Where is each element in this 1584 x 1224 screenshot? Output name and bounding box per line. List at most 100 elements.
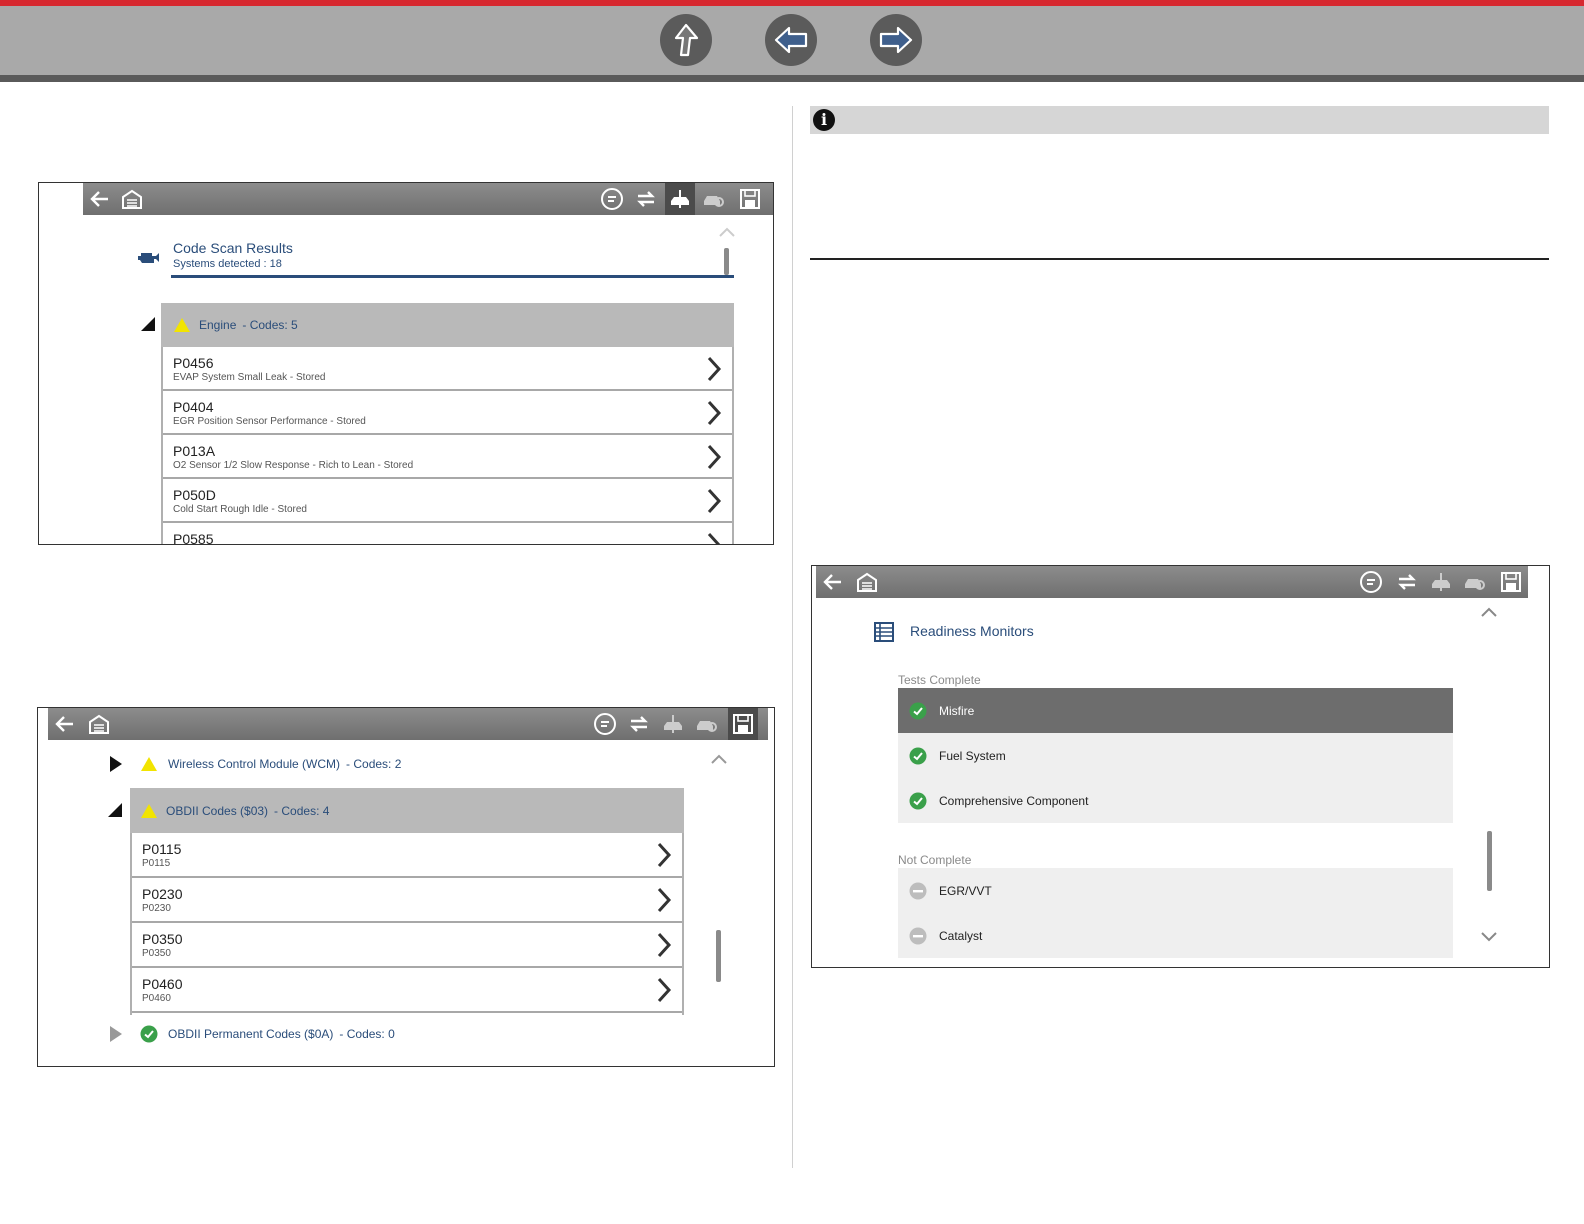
check-circle-icon	[909, 792, 927, 809]
next-page-button[interactable]	[870, 14, 922, 66]
back-arrow-icon	[55, 716, 73, 732]
refresh-icon	[630, 716, 648, 732]
scrollbar-thumb[interactable]	[1487, 831, 1492, 891]
back-arrow-icon	[823, 574, 841, 590]
vehicle-system-icon	[1432, 573, 1450, 591]
chevron-right-icon	[657, 842, 672, 868]
group-row-permanent-codes[interactable]: OBDII Permanent Codes ($0A) - Codes: 0	[140, 1024, 395, 1044]
previous-page-button[interactable]	[765, 14, 817, 66]
code-list: P0456 EVAP System Small Leak - Stored P0…	[161, 347, 734, 544]
monitor-row[interactable]: Catalyst	[898, 913, 1453, 958]
scroll-down-icon[interactable]	[1480, 931, 1498, 943]
chevron-right-icon	[707, 488, 722, 514]
group-header-obdii-codes[interactable]: OBDII Codes ($03) - Codes: 4	[130, 788, 684, 833]
info-note-bar	[810, 106, 1549, 134]
scrollbar-thumb[interactable]	[716, 930, 721, 982]
section-label-complete: Tests Complete	[898, 673, 981, 687]
vehicle-scan-icon	[1465, 579, 1485, 590]
vehicle-system-button[interactable]	[658, 708, 688, 740]
save-button[interactable]	[728, 708, 758, 740]
top-accent-stripe	[0, 0, 1584, 6]
expand-triangle-icon[interactable]	[110, 756, 122, 772]
screen-toolbar	[816, 566, 1528, 598]
home-button[interactable]	[852, 566, 882, 598]
scroll-up-icon[interactable]	[1480, 606, 1498, 618]
save-button[interactable]	[1496, 566, 1526, 598]
home-button[interactable]	[117, 183, 147, 215]
warning-icon	[174, 318, 190, 332]
back-button[interactable]	[85, 183, 115, 215]
chevron-right-icon	[707, 532, 721, 544]
monitor-row[interactable]: EGR/VVT	[898, 868, 1453, 913]
vehicle-scan-button[interactable]	[699, 183, 729, 215]
section-label-not-complete: Not Complete	[898, 853, 972, 867]
vehicle-scan-button[interactable]	[692, 708, 722, 740]
page-title: Readiness Monitors	[910, 623, 1034, 639]
engine-icon	[138, 253, 159, 263]
vehicle-scan-button[interactable]	[1460, 566, 1490, 598]
save-icon	[740, 189, 760, 209]
back-button[interactable]	[818, 566, 848, 598]
check-circle-icon	[909, 702, 927, 719]
code-row[interactable]: P0456 EVAP System Small Leak - Stored	[163, 347, 732, 391]
code-row[interactable]: P0230 P0230	[132, 878, 682, 923]
warning-icon	[141, 803, 157, 818]
refresh-button[interactable]	[624, 708, 654, 740]
help-icon	[1360, 571, 1382, 593]
help-button[interactable]	[597, 183, 627, 215]
forward-arrow-icon	[879, 26, 913, 54]
chevron-right-icon	[707, 444, 722, 470]
monitor-row[interactable]: Misfire	[898, 688, 1453, 733]
scrollbar-thumb[interactable]	[724, 248, 729, 275]
help-button[interactable]	[1356, 566, 1386, 598]
vehicle-scan-icon	[704, 196, 724, 207]
code-list: P0115 P0115 P0230 P0230 P0350 P0350 P046…	[130, 833, 684, 1015]
code-row[interactable]: P013A O2 Sensor 1/2 Slow Response - Rich…	[163, 435, 732, 479]
code-row[interactable]: P0460 P0460	[132, 968, 682, 1013]
warning-icon	[141, 757, 157, 771]
up-arrow-icon	[674, 23, 699, 57]
page-title: Code Scan Results	[173, 240, 293, 256]
code-row[interactable]: P0585	[163, 523, 732, 544]
refresh-icon	[1398, 574, 1416, 590]
vehicle-system-button[interactable]	[665, 183, 695, 215]
up-arrow-button[interactable]	[660, 14, 712, 66]
readiness-monitors-screen: Readiness Monitors Tests Complete Misfir…	[811, 565, 1550, 968]
list-icon	[874, 622, 894, 642]
scroll-up-icon[interactable]	[718, 226, 736, 238]
code-row[interactable]: P0404 EGR Position Sensor Performance - …	[163, 391, 732, 435]
group-header-engine[interactable]: Engine - Codes: 5	[161, 303, 734, 347]
collapse-triangle-icon[interactable]	[141, 317, 155, 331]
screen-toolbar	[83, 183, 773, 215]
home-button[interactable]	[84, 708, 114, 740]
monitor-row[interactable]: Fuel System	[898, 733, 1453, 778]
back-arrow-icon	[774, 26, 808, 54]
page: Code Scan Results Systems detected : 18 …	[0, 0, 1584, 1224]
chevron-right-icon	[707, 400, 722, 426]
code-row[interactable]: P0350 P0350	[132, 923, 682, 968]
screen-toolbar	[48, 708, 768, 740]
check-circle-icon	[909, 747, 927, 764]
collapse-triangle-icon[interactable]	[108, 803, 122, 817]
back-button[interactable]	[50, 708, 80, 740]
save-button[interactable]	[735, 183, 765, 215]
scroll-up-icon[interactable]	[710, 753, 728, 765]
help-icon	[601, 188, 623, 210]
title-underline	[171, 275, 734, 278]
chevron-right-icon	[657, 887, 672, 913]
garage-home-icon	[89, 714, 109, 734]
group-row-wcm[interactable]: Wireless Control Module (WCM) - Codes: 2	[140, 754, 401, 774]
vehicle-system-button[interactable]	[1426, 566, 1456, 598]
obdii-codes-screen: Wireless Control Module (WCM) - Codes: 2…	[37, 707, 775, 1067]
monitor-row[interactable]: Comprehensive Component	[898, 778, 1453, 823]
refresh-button[interactable]	[631, 183, 661, 215]
code-row[interactable]: P050D Cold Start Rough Idle - Stored	[163, 479, 732, 523]
save-icon	[1501, 572, 1521, 592]
refresh-button[interactable]	[1392, 566, 1422, 598]
vehicle-scan-icon	[697, 721, 717, 732]
expand-triangle-icon[interactable]	[110, 1026, 122, 1042]
top-nav-bar	[0, 0, 1584, 82]
help-icon	[594, 713, 616, 735]
code-row[interactable]: P0115 P0115	[132, 833, 682, 878]
help-button[interactable]	[590, 708, 620, 740]
